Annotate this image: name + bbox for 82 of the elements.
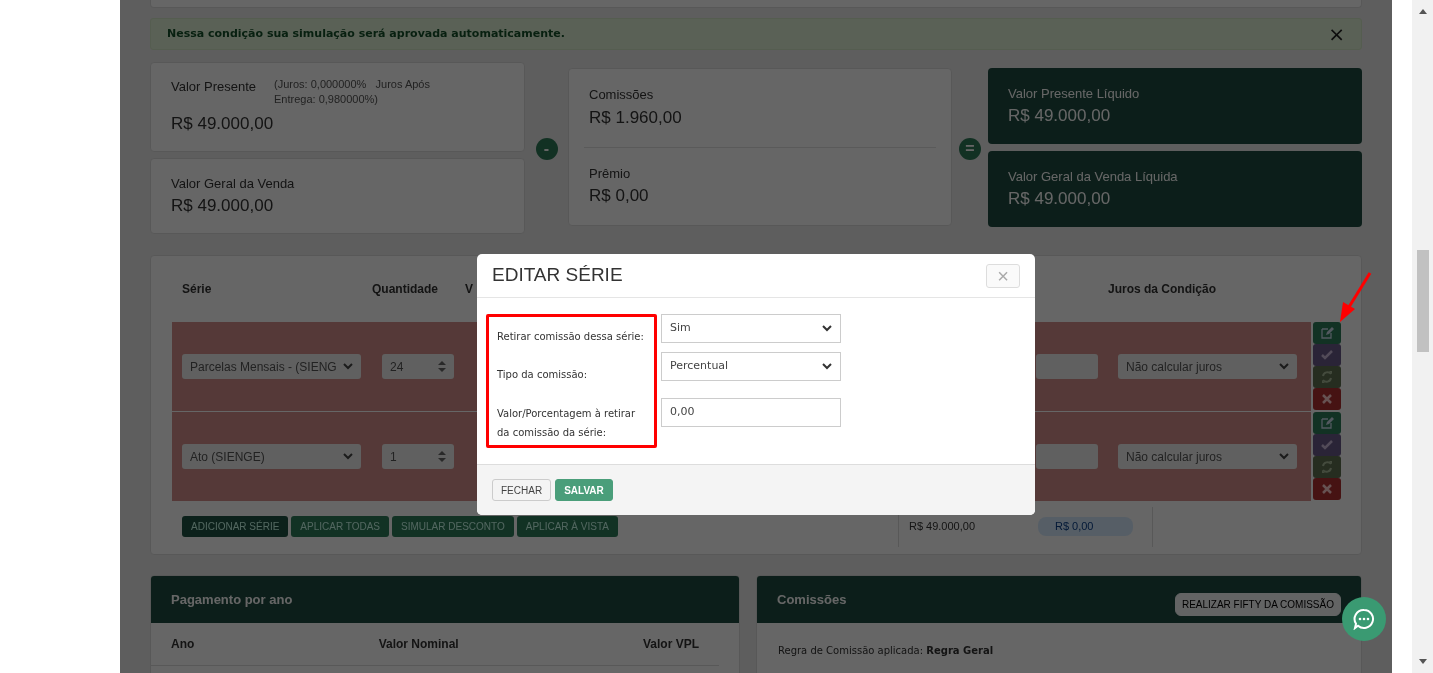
panel-title: Pagamento por ano xyxy=(171,590,293,609)
checkmark-icon xyxy=(1320,348,1334,362)
total-value: R$ 0,00 xyxy=(1037,517,1134,536)
card-value: R$ 0,00 xyxy=(589,185,650,208)
total-value: R$ 49.000,00 xyxy=(908,519,975,535)
number-field[interactable]: 1 xyxy=(382,444,454,469)
refresh-icon xyxy=(1320,370,1334,384)
select-field[interactable]: Parcelas Mensais - (SIENG xyxy=(182,354,361,379)
select-field[interactable]: Não calcular juros xyxy=(1118,354,1297,379)
select-field[interactable]: Percentual xyxy=(661,352,841,382)
panel-title: Comissões xyxy=(777,590,847,609)
checkmark-icon xyxy=(1320,438,1334,452)
action-button[interactable]: ADICIONAR SÉRIE xyxy=(182,516,289,537)
close-icon xyxy=(1320,482,1334,496)
card-note: (Juros: 0,000000% Juros Após Entrega: 0,980000%) xyxy=(274,77,431,108)
scroll-down-icon[interactable] xyxy=(1418,659,1427,665)
close-button[interactable]: × xyxy=(986,263,1020,288)
scrollbar-thumb[interactable] xyxy=(1416,250,1429,352)
chevron-down-icon xyxy=(1279,363,1289,370)
chevron-down-icon xyxy=(822,325,832,333)
close-button[interactable]: FECHAR xyxy=(492,479,552,502)
number-field[interactable]: 24 xyxy=(382,354,454,379)
minus-sign: - xyxy=(535,137,558,160)
delete-button[interactable] xyxy=(1313,388,1341,410)
column-header: Ano xyxy=(171,636,195,653)
fifty-button[interactable]: REALIZAR FIFTY DA COMISSÃO xyxy=(1174,593,1341,616)
close-button[interactable]: × xyxy=(1328,24,1345,44)
modal-title: EDITAR SÉRIE xyxy=(492,264,623,287)
card-value: R$ 49.000,00 xyxy=(1008,188,1112,210)
select-field[interactable]: Não calcular juros xyxy=(1118,444,1297,469)
card-value: R$ 49.000,00 xyxy=(171,113,275,136)
action-button[interactable]: APLICAR À VISTA xyxy=(516,516,618,537)
chat-icon xyxy=(1353,608,1375,630)
edit-icon xyxy=(1320,326,1334,340)
chevron-down-icon xyxy=(822,363,832,371)
chevron-down-icon xyxy=(343,453,353,460)
column-header: Valor Nominal xyxy=(378,636,459,653)
field-label: Tipo da comissão: xyxy=(497,367,589,382)
input-field[interactable] xyxy=(1036,354,1098,379)
confirm-button[interactable] xyxy=(1313,434,1341,456)
chevron-down-icon xyxy=(1279,453,1289,460)
card-value: R$ 49.000,00 xyxy=(1008,105,1112,127)
refresh-button[interactable] xyxy=(1313,366,1341,388)
chevron-down-icon xyxy=(343,363,353,370)
card-label: Valor Geral da Venda Líquida xyxy=(1008,167,1179,186)
alert-text: Nessa condição sua simulação será aprovada automaticamente. xyxy=(167,25,565,42)
edit-button[interactable] xyxy=(1313,322,1341,344)
confirm-button[interactable] xyxy=(1313,344,1341,366)
column-header: Juros da Condição xyxy=(1108,281,1218,298)
card-label: Comissões xyxy=(589,86,655,105)
spinner-arrows-icon xyxy=(438,451,446,462)
select-field[interactable]: Ato (SIENGE) xyxy=(182,444,361,469)
close-icon xyxy=(1320,392,1334,406)
action-button[interactable]: APLICAR TODAS xyxy=(291,516,390,537)
column-header: Série xyxy=(181,281,213,298)
card-label: Prêmio xyxy=(589,164,632,183)
spinner-arrows-icon xyxy=(438,361,446,372)
edit-button[interactable] xyxy=(1313,412,1341,434)
commission-rule: Regra de Comissão aplicada: Regra Geral xyxy=(777,644,995,658)
card-label: Valor Presente xyxy=(171,78,257,97)
input-field[interactable] xyxy=(1036,444,1098,469)
field-label: Retirar comissão dessa série: xyxy=(497,329,645,344)
column-header: Valor VPL xyxy=(642,636,699,653)
field-label: Valor/Porcentagem à retirar da comissão da série: xyxy=(497,407,637,441)
equals-sign: = xyxy=(959,137,981,160)
edit-icon xyxy=(1320,416,1334,430)
scrollbar[interactable] xyxy=(1412,0,1433,673)
card-value: R$ 1.960,00 xyxy=(589,106,683,129)
refresh-icon xyxy=(1320,460,1334,474)
column-header: Quantidade xyxy=(372,281,439,298)
column-header: V xyxy=(465,281,474,298)
delete-button[interactable] xyxy=(1313,478,1341,500)
annotation-arrow xyxy=(1340,272,1372,322)
scroll-up-icon[interactable] xyxy=(1418,8,1427,14)
card-label: Valor Geral da Venda xyxy=(171,174,296,193)
input-field[interactable]: 0,00 xyxy=(661,398,841,428)
card-label: Valor Presente Líquido xyxy=(1008,84,1141,103)
action-button[interactable]: SIMULAR DESCONTO xyxy=(392,516,514,537)
select-field[interactable]: Sim xyxy=(661,314,841,344)
refresh-button[interactable] xyxy=(1313,456,1341,478)
save-button[interactable]: SALVAR xyxy=(555,479,613,502)
card-value: R$ 49.000,00 xyxy=(171,195,275,217)
